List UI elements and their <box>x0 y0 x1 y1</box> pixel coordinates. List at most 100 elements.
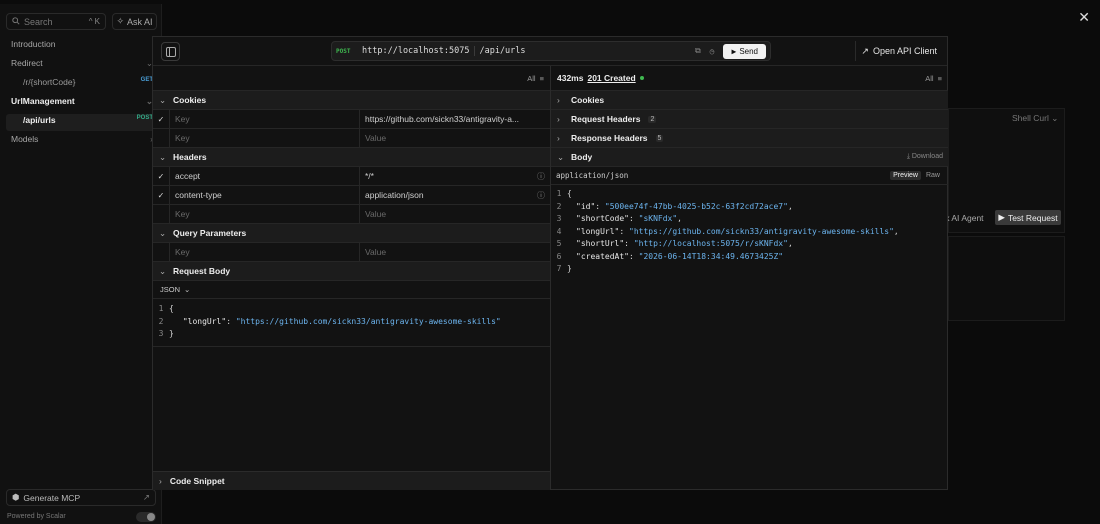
status-dot <box>639 76 644 80</box>
row-checkbox[interactable] <box>153 205 170 223</box>
tab-raw[interactable]: Raw <box>923 171 943 180</box>
header-value-input[interactable]: */* ⓘ <box>360 167 550 185</box>
header-key-input[interactable]: Key <box>170 205 360 223</box>
code-text: } <box>567 264 572 273</box>
code-line: 7} <box>551 263 948 276</box>
ask-ai-button[interactable]: ✧ Ask AI <box>112 13 157 30</box>
sidebar-item-label: UrlManagement <box>11 96 75 106</box>
copy-icon[interactable]: ⧉ <box>695 46 701 56</box>
history-icon[interactable]: ◷ <box>710 47 715 56</box>
body-format-select[interactable]: JSON ⌄ <box>153 281 550 299</box>
sidebar-toggle-button[interactable] <box>161 42 180 61</box>
test-request-button[interactable]: ▶ Test Request <box>995 210 1061 225</box>
sidebar-item-redirect-endpoint[interactable]: /r/{shortCode} GET <box>23 77 153 87</box>
json-value: "2026-06-14T18:34:49.4673425Z" <box>638 251 784 261</box>
code-line: 5 "shortUrl": "http://localhost:5075/r/sK… <box>551 238 948 251</box>
cookie-value-input[interactable]: https://github.com/sickn33/antigravity-a… <box>360 110 550 128</box>
query-value-input[interactable]: Value <box>360 243 550 261</box>
response-filter[interactable]: All ≡ <box>925 74 942 83</box>
method-tag: POST <box>136 115 153 121</box>
section-title: Body <box>571 152 593 162</box>
download-button[interactable]: ⤓ Download <box>907 153 948 161</box>
section-title: Headers <box>173 152 207 162</box>
sidebar-item-introduction[interactable]: Introduction <box>11 39 153 49</box>
section-request-body[interactable]: ⌄ Request Body <box>153 262 550 281</box>
filter-label: All <box>527 73 536 83</box>
section-code-snippet[interactable]: › Code Snippet <box>153 471 550 490</box>
header-value-input[interactable]: application/json ⓘ <box>360 186 550 204</box>
docs-sidebar: Search ^ K ✧ Ask AI Introduction Redirec… <box>0 4 162 524</box>
request-body-editor[interactable]: 1{ 2 "longUrl": "https://github.com/sick… <box>153 299 550 347</box>
json-value: "http://localhost:5075/r/sKNFdx" <box>633 239 788 248</box>
chevron-down-icon: ⌄ <box>159 265 167 276</box>
line-number: 2 <box>158 316 164 326</box>
response-section-body[interactable]: ⌄ Body ⤓ Download <box>551 148 948 167</box>
request-filter[interactable]: All ≡ <box>527 74 544 83</box>
cookie-key-input[interactable]: Key <box>170 110 360 128</box>
sidebar-item-models[interactable]: Models› <box>11 134 153 144</box>
filter-icon: ≡ <box>539 73 544 83</box>
sidebar-item-label: Introduction <box>11 39 56 49</box>
chevron-right-icon: › <box>557 95 560 105</box>
response-section-cookies[interactable]: › Cookies <box>551 91 948 110</box>
query-key-input[interactable]: Key <box>170 243 360 261</box>
content-type-label: application/json <box>556 171 629 180</box>
line-number: 4 <box>556 226 562 236</box>
generate-mcp-button[interactable]: ⬢ Generate MCP ↗ <box>6 489 156 506</box>
section-query-parameters[interactable]: ⌄ Query Parameters <box>153 224 550 243</box>
header-key-input[interactable]: accept <box>170 167 360 185</box>
row-checkbox[interactable] <box>153 243 170 261</box>
header-key-input[interactable]: content-type <box>170 186 360 204</box>
search-input[interactable]: Search ^ K <box>6 13 106 30</box>
mcp-icon: ⬢ <box>12 492 20 502</box>
method-badge[interactable]: POST <box>336 48 362 55</box>
sidebar-icon <box>165 46 176 57</box>
row-checkbox[interactable]: ✓ <box>153 167 170 185</box>
shell-curl-label: Shell Curl <box>1012 113 1049 123</box>
search-shortcut: ^ K <box>88 17 100 26</box>
chevron-down-icon: ⌄ <box>159 151 167 162</box>
shell-curl-select[interactable]: Shell Curl ⌄ <box>1012 113 1058 124</box>
send-button[interactable]: ▶ Send <box>723 43 766 59</box>
sidebar-item-api-urls[interactable]: /api/urls POST <box>23 115 153 125</box>
header-value-input[interactable]: Value <box>360 205 550 223</box>
response-section-request-headers[interactable]: › Request Headers 2 <box>551 110 948 129</box>
cookie-row: ✓ Key https://github.com/sickn33/antigra… <box>153 110 550 129</box>
close-icon[interactable]: ✕ <box>1078 9 1090 26</box>
row-checkbox[interactable] <box>153 129 170 147</box>
row-checkbox[interactable]: ✓ <box>153 110 170 128</box>
cookie-row-empty: Key Value <box>153 129 550 148</box>
sidebar-item-redirect[interactable]: Redirect ⌄ <box>11 58 153 68</box>
response-body-viewer[interactable]: 1{ 2 "id": "500ee74f-47bb-4025-b52c-63f2c… <box>551 185 948 276</box>
cookie-key-input[interactable]: Key <box>170 129 360 147</box>
code-line: 3} <box>153 328 550 341</box>
row-checkbox[interactable]: ✓ <box>153 186 170 204</box>
send-label: Send <box>739 46 758 56</box>
json-key: "id" <box>576 201 596 211</box>
search-placeholder: Search <box>24 16 53 27</box>
ask-ai-label: Ask AI <box>127 16 153 27</box>
url-host[interactable]: http://localhost:5075 <box>362 46 476 56</box>
info-icon[interactable]: ⓘ <box>537 190 545 201</box>
count-badge: 5 <box>655 134 664 142</box>
url-path[interactable]: /api/urls <box>475 46 525 56</box>
header-row-empty: Key Value <box>153 205 550 224</box>
tab-preview[interactable]: Preview <box>890 171 921 180</box>
section-cookies[interactable]: ⌄ Cookies <box>153 91 550 110</box>
code-line: 4 "longUrl": "https://github.com/sickn33/… <box>551 226 948 239</box>
chevron-down-icon: ⌄ <box>159 94 167 105</box>
response-pane: 432ms 201 Created All ≡ › Cookies › Request… <box>551 66 948 490</box>
address-bar[interactable]: POST http://localhost:5075 /api/urls ⧉ ◷… <box>331 41 771 61</box>
test-request-label: Test Request <box>1007 212 1058 223</box>
filter-label: All <box>925 73 934 83</box>
response-status[interactable]: 201 Created <box>587 73 635 83</box>
info-icon[interactable]: ⓘ <box>537 171 545 182</box>
response-section-response-headers[interactable]: › Response Headers 5 <box>551 129 948 148</box>
chevron-down-icon: ⌄ <box>557 151 565 162</box>
cookie-value-input[interactable]: Value <box>360 129 550 147</box>
section-headers[interactable]: ⌄ Headers <box>153 148 550 167</box>
theme-toggle[interactable] <box>136 512 156 522</box>
line-number: 3 <box>556 214 562 223</box>
open-api-client-button[interactable]: ↗ Open API Client <box>855 41 942 61</box>
sidebar-item-urlmanagement[interactable]: UrlManagement ⌄ <box>11 96 153 106</box>
